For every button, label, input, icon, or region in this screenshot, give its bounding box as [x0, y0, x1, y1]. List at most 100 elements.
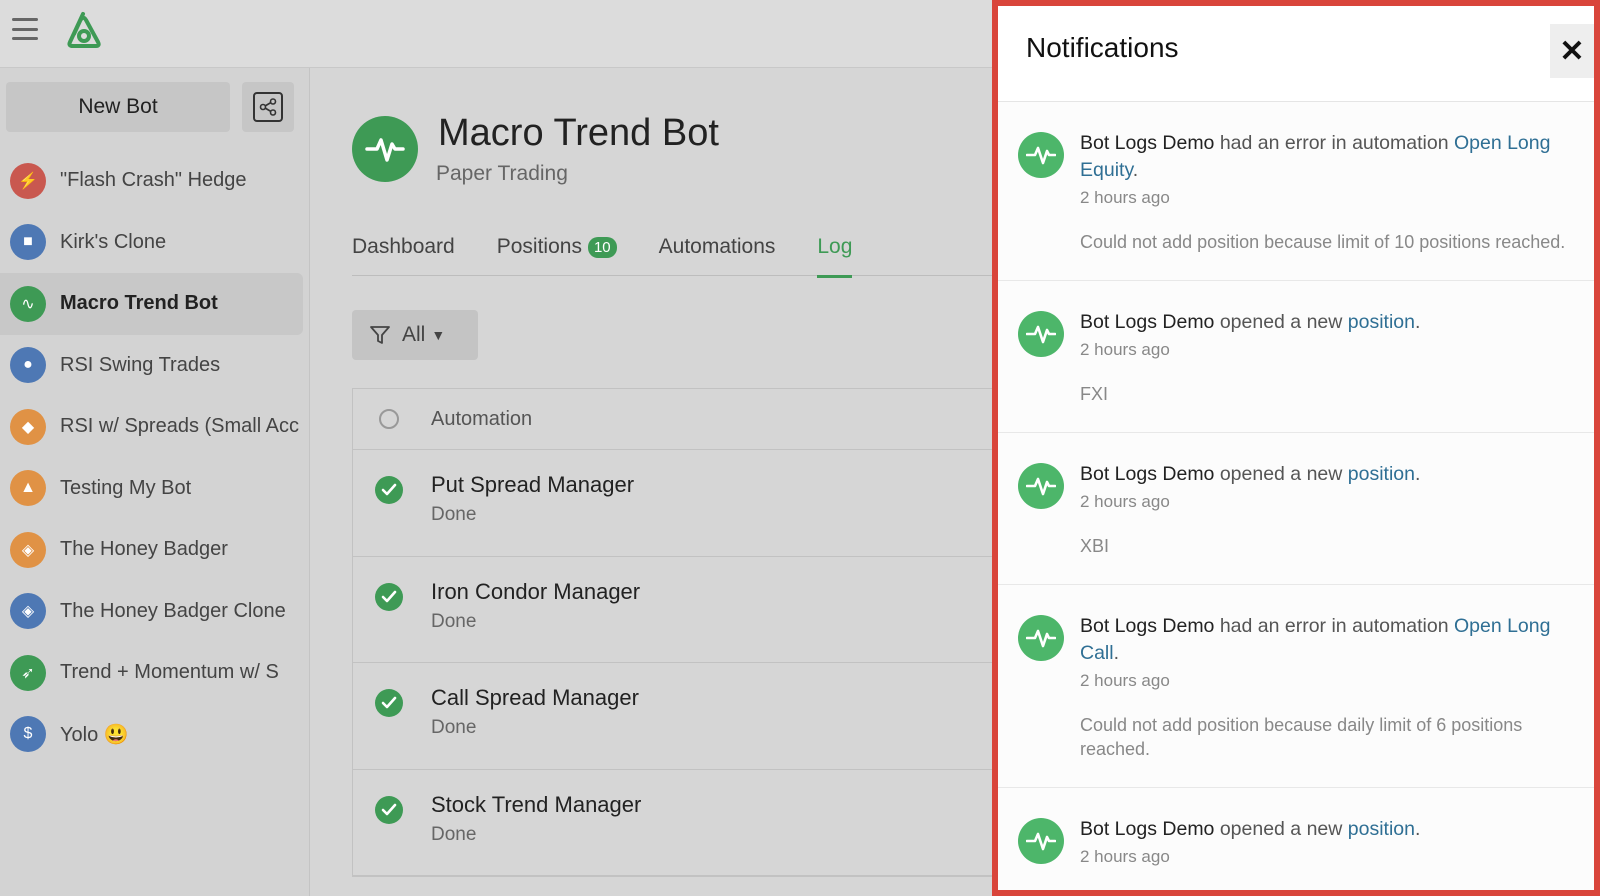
piggy-bank-icon: ◆: [10, 408, 46, 445]
sidebar-bot-item[interactable]: ◈ The Honey Badger: [0, 519, 303, 581]
sidebar-bot-item[interactable]: ◆ RSI w/ Spreads (Small Acc: [0, 396, 303, 458]
automation-name: Call Spread Manager: [431, 685, 639, 710]
table-row[interactable]: Put Spread Manager Done: [353, 450, 1012, 557]
tab-dashboard[interactable]: Dashboard: [352, 218, 455, 276]
notification-target-link[interactable]: position: [1348, 463, 1415, 485]
notification-text: Bot Logs Demo had an error in automation…: [1080, 130, 1580, 184]
notification-detail: Could not add position because daily lim…: [1080, 715, 1523, 759]
sidebar-bot-label: Trend + Momentum w/ S: [60, 661, 279, 684]
notification-actor-link[interactable]: Bot Logs Demo: [1080, 463, 1214, 485]
pulse-icon: [1018, 132, 1064, 178]
notification-timestamp: 2 hours ago: [1080, 188, 1170, 207]
page-subtitle: Paper Trading: [436, 162, 568, 185]
notification-item[interactable]: Bot Logs Demo opened a new position. 2 ho…: [998, 788, 1594, 890]
log-table: Automation Put Spread Manager Done Iron Co…: [352, 388, 1012, 877]
column-header-automation: Automation: [431, 407, 533, 430]
tab-label: Positions: [496, 235, 582, 258]
notification-target-link[interactable]: position: [1348, 818, 1415, 840]
notification-item[interactable]: Bot Logs Demo had an error in automation…: [998, 102, 1594, 281]
sidebar-bot-label: RSI w/ Spreads (Small Acc: [60, 415, 299, 438]
notification-action: opened a new: [1214, 463, 1348, 485]
table-row[interactable]: Stock Trend Manager Done: [353, 770, 1012, 876]
hamburger-menu-icon[interactable]: [12, 18, 38, 40]
notification-punctuation: .: [1414, 818, 1421, 840]
filter-dropdown[interactable]: All ▼: [352, 310, 478, 360]
notification-timestamp: 2 hours ago: [1080, 671, 1170, 690]
notification-action: had an error in automation: [1214, 132, 1454, 154]
notification-action: opened a new: [1214, 311, 1348, 333]
sidebar-bot-label: "Flash Crash" Hedge: [60, 169, 247, 192]
globe-icon: ●: [10, 347, 46, 384]
automation-name: Iron Condor Manager: [431, 578, 641, 604]
automation-status: Done: [431, 610, 477, 632]
count-badge: 10: [587, 236, 617, 258]
select-all-radio[interactable]: [379, 409, 399, 429]
notification-actor-link[interactable]: Bot Logs Demo: [1080, 615, 1214, 637]
tab-log[interactable]: Log: [817, 218, 853, 278]
sidebar-bot-item[interactable]: ➶ Trend + Momentum w/ S: [0, 642, 303, 704]
share-button[interactable]: [242, 82, 294, 132]
sidebar-bot-item[interactable]: ● RSI Swing Trades: [0, 335, 303, 397]
notification-action: opened a new: [1214, 818, 1348, 840]
sidebar-bot-item[interactable]: ■ Kirk's Clone: [0, 212, 303, 274]
app-logo-icon[interactable]: [62, 10, 104, 50]
sidebar-bot-item[interactable]: ◈ The Honey Badger Clone: [0, 581, 303, 643]
tab-label: Dashboard: [352, 235, 455, 258]
pulse-icon: [1018, 463, 1064, 509]
robot-icon: ■: [10, 224, 46, 261]
lightning-icon: ⚡: [10, 162, 46, 199]
notification-timestamp: 2 hours ago: [1080, 340, 1170, 359]
automation-status: Done: [431, 717, 477, 738]
notification-text: Bot Logs Demo opened a new position.: [1080, 309, 1580, 336]
table-header: Automation: [353, 389, 1012, 450]
page-title: Macro Trend Bot: [438, 112, 719, 154]
notification-detail: Could not add position because limit of …: [1080, 232, 1566, 252]
money-bag-icon: $: [10, 716, 46, 753]
notification-item[interactable]: Bot Logs Demo opened a new position. 2 ho…: [998, 281, 1594, 433]
notification-actor-link[interactable]: Bot Logs Demo: [1080, 311, 1214, 333]
notification-timestamp: 2 hours ago: [1080, 492, 1170, 511]
notifications-header: Notifications ✕: [998, 6, 1594, 102]
sidebar-bot-label: The Honey Badger Clone: [60, 599, 286, 622]
check-circle-icon: [375, 689, 403, 717]
notification-target-link[interactable]: position: [1348, 311, 1415, 333]
sidebar-bot-item[interactable]: $ Yolo 😃: [0, 704, 303, 766]
notification-item[interactable]: Bot Logs Demo had an error in automation…: [998, 585, 1594, 788]
hard-hat-icon: ▲: [10, 470, 46, 507]
check-circle-icon: [375, 476, 403, 504]
pulse-icon: [352, 116, 418, 182]
sidebar-bot-label: Testing My Bot: [60, 476, 192, 499]
automation-status: Done: [431, 823, 477, 845]
top-bar: [0, 0, 1000, 68]
notification-actor-link[interactable]: Bot Logs Demo: [1080, 132, 1214, 154]
notifications-panel: Notifications ✕ Bot Logs Demo had an err…: [992, 0, 1600, 896]
notifications-list: Bot Logs Demo had an error in automation…: [998, 102, 1594, 890]
notification-action: had an error in automation: [1214, 615, 1454, 637]
sidebar-bot-item[interactable]: ∿ Macro Trend Bot: [0, 273, 303, 335]
check-circle-icon: [375, 582, 403, 611]
notification-text: Bot Logs Demo opened a new position.: [1080, 816, 1580, 843]
automation-name: Stock Trend Manager: [431, 791, 642, 817]
table-row[interactable]: Call Spread Manager Done: [353, 663, 1012, 770]
check-circle-icon: [375, 795, 403, 824]
sidebar-bot-label: Kirk's Clone: [60, 230, 167, 253]
table-row[interactable]: Iron Condor Manager Done: [353, 557, 1012, 663]
sidebar-bot-label: The Honey Badger: [60, 538, 228, 561]
notification-punctuation: .: [1414, 463, 1421, 485]
notification-actor-link[interactable]: Bot Logs Demo: [1080, 818, 1214, 840]
tab-positions[interactable]: Positions 10: [497, 218, 617, 276]
tab-label: Automations: [658, 235, 776, 258]
pulse-icon: [1018, 615, 1064, 661]
share-icon: [253, 92, 283, 122]
bot-list: ⚡ "Flash Crash" Hedge ■ Kirk's Clone ∿ Macro …: [0, 150, 310, 765]
tab-automations[interactable]: Automations: [659, 218, 776, 276]
sidebar-bot-item[interactable]: ▲ Testing My Bot: [0, 458, 303, 520]
automation-name: Put Spread Manager: [431, 472, 635, 497]
new-bot-button[interactable]: New Bot: [6, 82, 230, 132]
sidebar-bot-item[interactable]: ⚡ "Flash Crash" Hedge: [0, 150, 303, 212]
notification-detail: FXI: [1080, 384, 1109, 404]
notification-item[interactable]: Bot Logs Demo opened a new position. 2 ho…: [998, 433, 1594, 585]
sidebar-bot-label: Macro Trend Bot: [60, 292, 218, 315]
close-icon[interactable]: ✕: [1550, 24, 1594, 78]
filter-label: All: [402, 323, 426, 346]
